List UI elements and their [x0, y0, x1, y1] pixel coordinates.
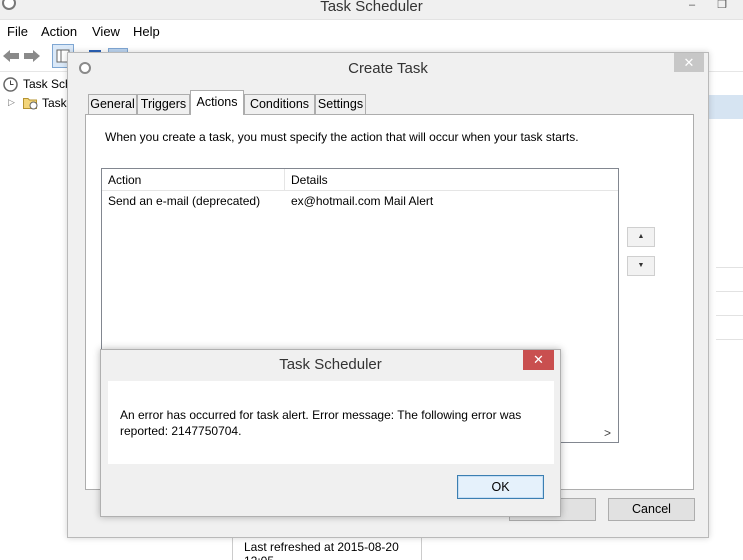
- menu-bar: File Action View Help: [0, 20, 743, 42]
- right-pane-header: [708, 95, 743, 119]
- error-message: An error has occurred for task alert. Er…: [120, 408, 522, 438]
- navigation-tree: Task Sch ▷ Task: [0, 72, 72, 560]
- create-task-titlebar: Create Task ✕: [68, 53, 708, 83]
- tab-actions[interactable]: Actions: [190, 90, 244, 115]
- right-pane-fragment: [708, 95, 743, 560]
- details-cell: ex@hotmail.com Mail Alert: [291, 194, 434, 208]
- cancel-button[interactable]: Cancel: [608, 498, 695, 521]
- tab-conditions[interactable]: Conditions: [244, 94, 315, 115]
- ok-button[interactable]: OK: [457, 475, 544, 499]
- column-header-action[interactable]: Action: [108, 173, 141, 187]
- menu-action[interactable]: Action: [41, 24, 77, 39]
- tab-triggers[interactable]: Triggers: [137, 94, 190, 115]
- status-text: Last refreshed at 2015-08-20 12:05: [244, 540, 399, 560]
- menu-help[interactable]: Help: [133, 24, 160, 39]
- move-down-button[interactable]: ▼: [627, 256, 655, 276]
- tree-item-root[interactable]: Task Sch: [23, 77, 72, 91]
- tree-item-library[interactable]: Task: [42, 96, 67, 110]
- actions-description: When you create a task, you must specify…: [105, 130, 579, 144]
- error-dialog-close-button[interactable]: ✕: [523, 350, 554, 370]
- forward-arrow-icon[interactable]: [23, 48, 41, 64]
- error-dialog: Task Scheduler ✕ An error has occurred f…: [100, 349, 561, 517]
- back-arrow-icon[interactable]: [2, 48, 20, 64]
- column-header-details[interactable]: Details: [291, 173, 328, 187]
- main-window-title: Task Scheduler: [320, 0, 423, 15]
- column-divider[interactable]: [284, 169, 285, 191]
- create-task-close-button[interactable]: ✕: [674, 53, 704, 72]
- divider: [716, 315, 743, 316]
- action-cell: Send an e-mail (deprecated): [108, 194, 261, 208]
- clock-icon: [3, 77, 18, 92]
- list-item[interactable]: Send an e-mail (deprecated) ex@hotmail.c…: [102, 191, 618, 212]
- menu-view[interactable]: View: [92, 24, 120, 39]
- error-body: An error has occurred for task alert. Er…: [108, 381, 554, 464]
- error-dialog-title: Task Scheduler: [279, 356, 382, 373]
- scroll-right-arrow-icon[interactable]: >: [604, 426, 611, 440]
- divider: [716, 267, 743, 268]
- tab-settings[interactable]: Settings: [315, 94, 366, 115]
- expand-arrow-icon[interactable]: ▷: [8, 97, 15, 108]
- folder-clock-icon: [23, 98, 38, 110]
- tab-general[interactable]: General: [88, 94, 137, 115]
- divider: [716, 291, 743, 292]
- minimize-button[interactable]: ‒: [680, 0, 704, 12]
- move-up-button[interactable]: ▲: [627, 227, 655, 247]
- restore-button[interactable]: ❐: [710, 0, 734, 12]
- main-titlebar: Task Scheduler ‒ ❐: [0, 0, 743, 20]
- list-header: Action Details: [102, 169, 618, 191]
- divider: [716, 339, 743, 340]
- create-task-title: Create Task: [348, 60, 428, 77]
- menu-file[interactable]: File: [7, 24, 28, 39]
